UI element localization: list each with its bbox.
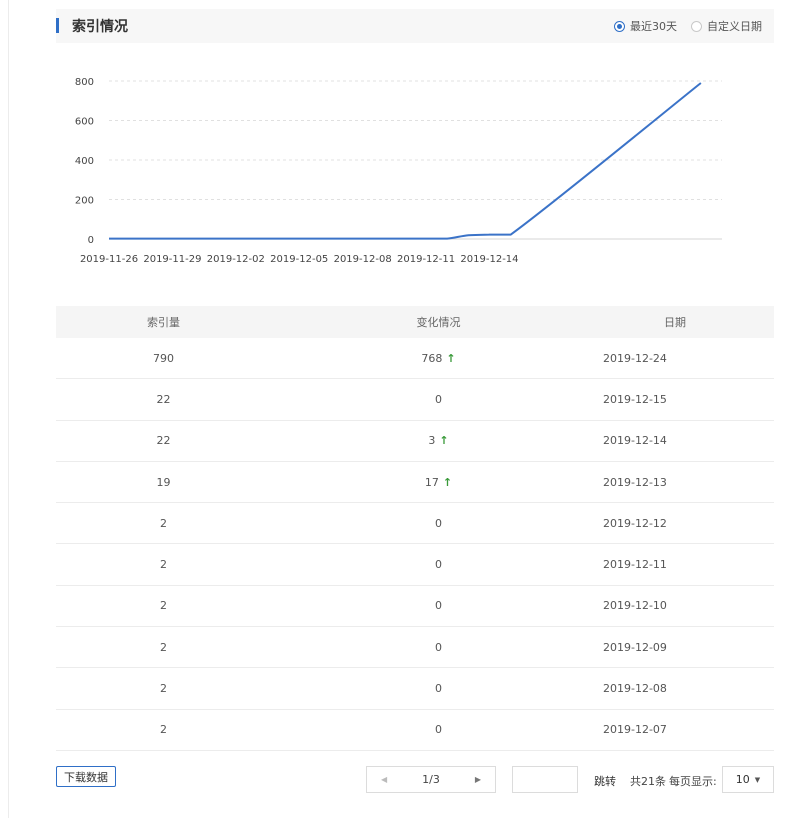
jump-button[interactable]: 跳转 <box>594 773 616 789</box>
cell-change: 0 <box>271 586 586 626</box>
radio-checked-icon <box>614 20 625 32</box>
change-value: 768 <box>421 351 443 365</box>
radio-custom-date[interactable]: 自定义日期 <box>691 18 762 34</box>
per-page-value: 10 <box>735 773 750 786</box>
cell-count: 2 <box>160 516 167 530</box>
cell-date: 2019-12-12 <box>603 516 667 530</box>
cell-date: 2019-12-09 <box>603 640 667 654</box>
cell-count: 790 <box>153 351 174 365</box>
series-line <box>108 82 702 240</box>
date-range-radio-group: 最近30天 自定义日期 <box>600 18 762 34</box>
table-row: 2 0 2019-12-11 <box>56 544 774 586</box>
change-value: 0 <box>435 558 442 572</box>
table-row: 22 0 2019-12-15 <box>56 379 774 421</box>
cell-date: 2019-12-11 <box>603 558 667 572</box>
table-row: 2 0 2019-12-10 <box>56 586 774 628</box>
table-header-row: 索引量 变化情况 日期 <box>56 306 774 338</box>
cell-date: 2019-12-08 <box>603 682 667 696</box>
cell-date: 2019-12-15 <box>603 392 667 406</box>
table-body: 790 768 ↑ 2019-12-24 22 0 2019-12-15 22 3 ↑ 2019-1… <box>56 338 774 751</box>
pagination: ◀ 1/3 ▶ <box>366 766 496 793</box>
change-value: 0 <box>435 392 442 406</box>
cell-count: 2 <box>160 558 167 572</box>
x-tick-label: 2019-12-08 <box>334 254 392 265</box>
up-arrow-icon: ↑ <box>439 434 449 448</box>
cell-change: 0 <box>271 668 586 708</box>
cell-count: 2 <box>160 599 167 613</box>
cell-date: 2019-12-13 <box>603 475 667 489</box>
radio-recent-label: 最近30天 <box>630 20 677 33</box>
cell-date: 2019-12-10 <box>603 599 667 613</box>
radio-recent-30-days[interactable]: 最近30天 <box>614 18 677 34</box>
download-data-button[interactable]: 下载数据 <box>56 766 116 787</box>
chevron-down-icon: ▼ <box>754 775 761 784</box>
y-tick-label: 800 <box>75 77 94 88</box>
up-arrow-icon: ↑ <box>442 475 453 489</box>
cell-date: 2019-12-24 <box>603 351 667 365</box>
change-value: 0 <box>435 682 442 696</box>
page-indicator: 1/3 <box>422 773 440 786</box>
table-row: 22 3 ↑ 2019-12-14 <box>56 421 774 462</box>
cell-count: 19 <box>156 475 171 489</box>
cell-count: 22 <box>156 434 171 448</box>
table-row: 2 0 2019-12-12 <box>56 503 774 545</box>
x-tick-label: 2019-12-05 <box>270 254 328 265</box>
x-tick-label: 2019-12-11 <box>397 254 455 265</box>
x-tick-label: 2019-12-02 <box>207 254 265 265</box>
index-line-chart: 0 200 400 600 800 2019-11-26 2019-11-29 2019-12… <box>75 77 722 265</box>
change-value: 0 <box>435 599 442 613</box>
y-tick-label: 0 <box>88 235 94 246</box>
section-header: 索引情况 最近30天 自定义日期 <box>56 9 774 43</box>
cell-change: 17 ↑ <box>271 462 586 502</box>
y-tick-label: 600 <box>75 117 94 128</box>
cell-count: 2 <box>160 640 167 654</box>
index-table: 索引量 变化情况 日期 790 768 ↑ 2019-12-24 22 0 2019-12-… <box>56 306 774 751</box>
per-page-label: 每页显示: <box>669 775 717 788</box>
y-tick-label: 400 <box>75 156 94 167</box>
cell-date: 2019-12-14 <box>603 434 667 448</box>
cell-count: 2 <box>160 723 167 737</box>
prev-page-icon[interactable]: ◀ <box>381 775 387 784</box>
x-tick-label: 2019-12-14 <box>460 254 518 265</box>
cell-change: 0 <box>271 503 586 543</box>
change-value: 0 <box>435 516 442 530</box>
radio-custom-label: 自定义日期 <box>707 20 762 33</box>
jump-page-input[interactable] <box>512 766 578 793</box>
header-date: 日期 <box>664 316 686 329</box>
x-tick-label: 2019-11-29 <box>143 254 201 265</box>
change-value: 17 <box>424 475 439 489</box>
table-row: 2 0 2019-12-07 <box>56 710 774 751</box>
radio-unchecked-icon <box>691 20 702 32</box>
table-row: 19 17 ↑ 2019-12-13 <box>56 462 774 504</box>
header-count: 索引量 <box>147 316 180 329</box>
cell-count: 22 <box>156 392 171 406</box>
cell-count: 2 <box>160 682 167 696</box>
cell-change: 0 <box>271 710 586 750</box>
change-value: 0 <box>435 640 442 654</box>
title-accent-bar <box>56 18 59 33</box>
change-value: 0 <box>435 723 442 737</box>
up-arrow-icon: ↑ <box>446 351 456 365</box>
table-row: 2 0 2019-12-09 <box>56 627 774 669</box>
header-change: 变化情况 <box>416 316 461 329</box>
cell-change: 3 ↑ <box>271 421 586 461</box>
cell-change: 768 ↑ <box>271 338 586 378</box>
section-title: 索引情况 <box>72 19 128 35</box>
cell-change: 0 <box>271 544 586 584</box>
change-value: 3 <box>428 434 436 448</box>
page-left-border <box>8 0 9 818</box>
per-page-select[interactable]: 10 ▼ <box>722 766 774 793</box>
cell-date: 2019-12-07 <box>603 723 667 737</box>
cell-change: 0 <box>271 627 586 667</box>
next-page-icon[interactable]: ▶ <box>475 775 481 784</box>
table-row: 790 768 ↑ 2019-12-24 <box>56 338 774 380</box>
cell-change: 0 <box>271 379 586 419</box>
y-tick-label: 200 <box>75 196 94 207</box>
total-count: 共21条 <box>630 775 666 788</box>
x-tick-label: 2019-11-26 <box>80 254 138 265</box>
table-footer: 下载数据 ◀ 1/3 ▶ 跳转 共21条 每页显示: 10 ▼ <box>56 766 774 796</box>
table-row: 2 0 2019-12-08 <box>56 668 774 710</box>
